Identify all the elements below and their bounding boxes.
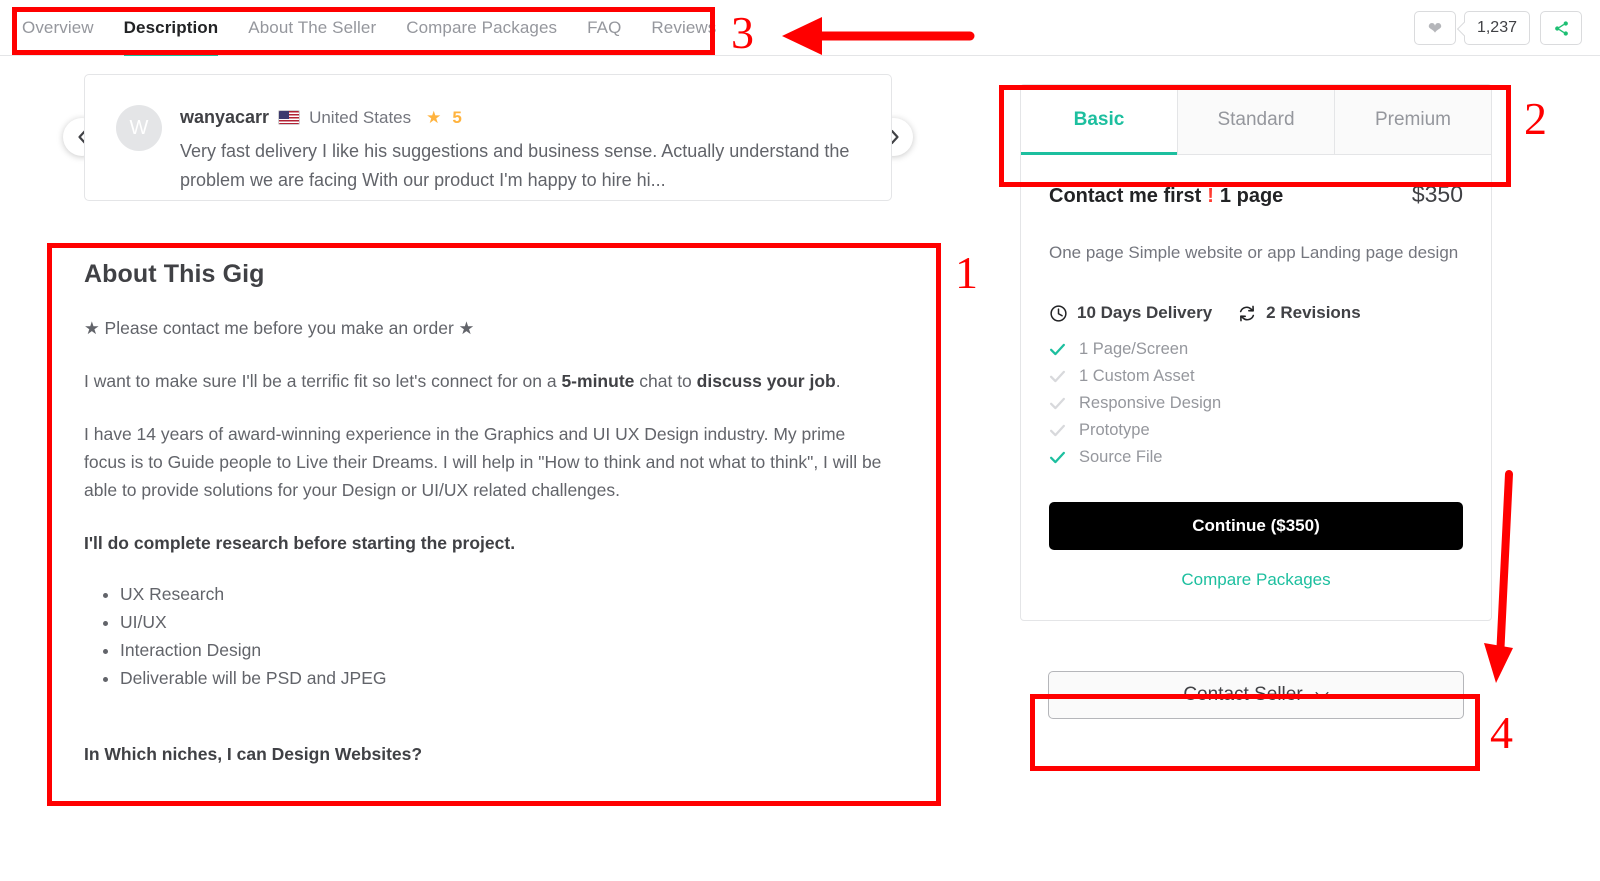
about-this-gig-section: About This Gig ★ Please contact me befor… <box>84 260 884 765</box>
package-body: Contact me first! 1 page $350 One page Si… <box>1021 155 1491 620</box>
annotation-number-2: 2 <box>1524 93 1547 144</box>
tab-reviews[interactable]: Reviews <box>651 0 716 56</box>
check-icon <box>1049 343 1066 356</box>
package-card: Basic Standard Premium Contact me first!… <box>1020 84 1492 621</box>
feature-label: Responsive Design <box>1079 394 1222 412</box>
continue-button[interactable]: Continue ($350) <box>1049 502 1463 550</box>
top-navigation-bar: Overview Description About The Seller Co… <box>0 0 1600 56</box>
avatar: W <box>116 105 162 151</box>
list-item: UX Research <box>120 581 884 608</box>
about-bullet-list: UX Research UI/UX Interaction Design Del… <box>84 581 884 692</box>
share-button[interactable] <box>1540 11 1582 45</box>
annotation-number-4: 4 <box>1490 707 1513 758</box>
check-icon <box>1049 370 1066 383</box>
feature-row: 1 Page/Screen <box>1049 336 1463 363</box>
package-feature-list: 1 Page/Screen 1 Custom Asset Responsive … <box>1049 336 1463 471</box>
chevron-down-icon <box>1315 691 1329 699</box>
feature-label: Prototype <box>1079 421 1150 439</box>
feature-row: Source File <box>1049 444 1463 471</box>
feature-row: 1 Custom Asset <box>1049 363 1463 390</box>
favorite-count: 1,237 <box>1463 11 1530 45</box>
reviewer-username: wanyacarr <box>180 107 270 127</box>
package-title-sub: 1 page <box>1219 185 1284 207</box>
review-card: W wanyacarr United States ★ 5 Very fast … <box>84 74 892 201</box>
contact-seller-label: Contact Seller <box>1183 684 1303 705</box>
package-meta-row: 10 Days Delivery 2 Revisions <box>1049 303 1463 323</box>
star-icon: ★ <box>426 107 442 127</box>
about-research-bold: I'll do complete research before startin… <box>84 533 516 553</box>
package-tab-premium[interactable]: Premium <box>1335 85 1491 154</box>
tab-description[interactable]: Description <box>123 0 219 56</box>
package-title-main: Contact me first <box>1049 185 1202 207</box>
gig-page: Overview Description About The Seller Co… <box>0 0 1600 881</box>
p2-bold-discuss-job: discuss your job <box>696 371 836 391</box>
tab-compare-packages[interactable]: Compare Packages <box>406 0 557 56</box>
tab-overview[interactable]: Overview <box>22 0 94 56</box>
about-heading: About This Gig <box>84 260 265 288</box>
about-contact-line: ★ Please contact me before you make an o… <box>84 318 475 338</box>
tab-about-the-seller[interactable]: About The Seller <box>248 0 376 56</box>
review-header: wanyacarr United States ★ 5 <box>180 107 462 128</box>
reviewer-country: United States <box>309 107 412 127</box>
feature-label: 1 Page/Screen <box>1079 340 1189 358</box>
delivery-label: 10 Days Delivery <box>1077 303 1213 322</box>
check-icon <box>1049 397 1066 410</box>
list-item: Interaction Design <box>120 637 884 664</box>
compare-packages-link[interactable]: Compare Packages <box>1049 570 1463 590</box>
niche-heading: In Which niches, I can Design Websites? <box>84 744 423 764</box>
us-flag-icon <box>278 110 301 125</box>
nav-tab-list: Overview Description About The Seller Co… <box>22 0 716 56</box>
review-text: Very fast delivery I like his suggestion… <box>180 141 850 190</box>
package-tab-standard[interactable]: Standard <box>1178 85 1335 154</box>
about-paragraph-3: I have 14 years of award-winning experie… <box>84 424 882 500</box>
feature-row: Prototype <box>1049 417 1463 444</box>
p2-part-a: I want to make sure I'll be a terrific f… <box>84 371 562 391</box>
top-right-actions: ❤ 1,237 <box>1413 11 1582 45</box>
delivery-time: 10 Days Delivery <box>1049 303 1212 323</box>
p2-part-e: . <box>835 371 841 391</box>
heart-icon: ❤ <box>1427 18 1443 38</box>
package-price: $350 <box>1411 181 1463 207</box>
list-item: UI/UX <box>120 609 884 636</box>
package-description: One page Simple website or app Landing p… <box>1049 243 1459 262</box>
package-title: Contact me first! 1 page <box>1049 185 1283 208</box>
about-paragraph-2: I want to make sure I'll be a terrific f… <box>84 367 884 395</box>
exclamation-icon: ! <box>1207 185 1214 207</box>
check-icon <box>1049 451 1066 464</box>
check-icon <box>1049 424 1066 437</box>
review-rating: 5 <box>452 107 462 127</box>
about-paragraph-4: I'll do complete research before startin… <box>84 529 884 557</box>
tab-faq[interactable]: FAQ <box>587 0 621 56</box>
left-content-column: W wanyacarr United States ★ 5 Very fast … <box>0 56 1000 881</box>
p2-bold-5-minute: 5-minute <box>561 371 635 391</box>
contact-seller-section: Contact Seller <box>1020 654 1492 736</box>
share-icon <box>1554 20 1568 36</box>
package-title-row: Contact me first! 1 page $350 <box>1049 181 1463 208</box>
p2-part-c: chat to <box>634 371 697 391</box>
list-item: Deliverable will be PSD and JPEG <box>120 665 884 692</box>
clock-icon <box>1050 304 1067 322</box>
refresh-icon <box>1240 305 1255 321</box>
package-tab-list: Basic Standard Premium <box>1021 85 1491 155</box>
revisions: 2 Revisions <box>1237 303 1361 323</box>
package-sidebar: Basic Standard Premium Contact me first!… <box>1020 84 1492 736</box>
feature-row: Responsive Design <box>1049 390 1463 417</box>
favorite-button[interactable]: ❤ <box>1413 11 1456 45</box>
feature-label: 1 Custom Asset <box>1079 367 1195 385</box>
package-tab-basic[interactable]: Basic <box>1021 85 1178 155</box>
feature-label: Source File <box>1079 448 1163 466</box>
contact-seller-button[interactable]: Contact Seller <box>1048 671 1464 719</box>
revisions-label: 2 Revisions <box>1266 303 1361 322</box>
